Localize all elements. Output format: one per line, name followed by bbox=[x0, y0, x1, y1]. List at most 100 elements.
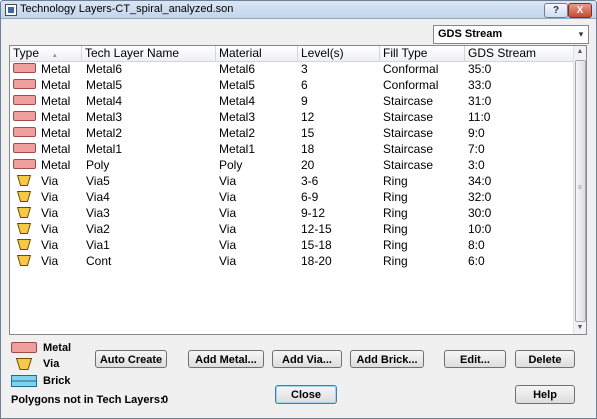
stream-type-dropdown[interactable]: GDS Stream ▾ bbox=[433, 25, 589, 44]
cell-name: Poly bbox=[86, 158, 110, 172]
cell-fill: Ring bbox=[383, 174, 408, 188]
scroll-down-icon[interactable]: ▼ bbox=[574, 322, 586, 334]
cell-gds: 9:0 bbox=[468, 126, 485, 140]
table-row[interactable]: Metal Metal5 Metal5 6 Conformal 33:0 bbox=[10, 77, 573, 93]
cell-levels: 9 bbox=[301, 94, 308, 108]
cell-gds: 31:0 bbox=[468, 94, 492, 108]
column-header-material[interactable]: Material bbox=[216, 46, 298, 61]
table-row[interactable]: Metal Poly Poly 20 Staircase 3:0 bbox=[10, 157, 573, 173]
cell-fill: Ring bbox=[383, 206, 408, 220]
cell-levels: 15-18 bbox=[301, 238, 332, 252]
cell-fill: Staircase bbox=[383, 158, 434, 172]
cell-type: Metal bbox=[41, 158, 71, 172]
add-metal-button[interactable]: Add Metal... bbox=[188, 350, 264, 368]
metal-swatch-icon bbox=[13, 143, 36, 153]
chevron-down-icon[interactable]: ▾ bbox=[574, 26, 588, 43]
grip-icon: ≡ bbox=[578, 185, 582, 191]
column-header-fill-type[interactable]: Fill Type bbox=[380, 46, 465, 61]
cell-material: Via bbox=[219, 238, 237, 252]
cell-gds: 35:0 bbox=[468, 62, 492, 76]
metal-swatch-icon bbox=[13, 63, 36, 73]
cell-name: Metal5 bbox=[86, 78, 123, 92]
cell-gds: 8:0 bbox=[468, 238, 485, 252]
cell-name: Via3 bbox=[86, 206, 110, 220]
table-row[interactable]: Metal Metal3 Metal3 12 Staircase 11:0 bbox=[10, 109, 573, 125]
cell-levels: 6-9 bbox=[301, 190, 319, 204]
polygons-not-in-tech-layers-label: Polygons not in Tech Layers: bbox=[11, 394, 164, 406]
cell-material: Metal1 bbox=[219, 142, 256, 156]
edit-button[interactable]: Edit... bbox=[444, 350, 506, 368]
cell-type: Via bbox=[41, 238, 59, 252]
cell-levels: 20 bbox=[301, 158, 315, 172]
cell-gds: 30:0 bbox=[468, 206, 492, 220]
cell-type: Metal bbox=[41, 78, 71, 92]
cell-fill: Staircase bbox=[383, 110, 434, 124]
table-row[interactable]: Metal Metal2 Metal2 15 Staircase 9:0 bbox=[10, 125, 573, 141]
cell-type: Metal bbox=[41, 110, 71, 124]
cell-material: Metal2 bbox=[219, 126, 256, 140]
cell-type: Via bbox=[41, 206, 59, 220]
cell-material: Via bbox=[219, 206, 237, 220]
cell-material: Via bbox=[219, 190, 237, 204]
legend-label-via: Via bbox=[43, 358, 60, 370]
cell-fill: Staircase bbox=[383, 142, 434, 156]
cell-levels: 12 bbox=[301, 110, 315, 124]
cell-gds: 6:0 bbox=[468, 254, 485, 268]
table-row[interactable]: Via Via3 Via 9-12 Ring 30:0 bbox=[10, 205, 573, 221]
title-help-button[interactable]: ? bbox=[544, 3, 568, 18]
brick-swatch-icon bbox=[11, 375, 37, 387]
cell-levels: 3-6 bbox=[301, 174, 319, 188]
cell-levels: 15 bbox=[301, 126, 315, 140]
add-via-button[interactable]: Add Via... bbox=[272, 350, 342, 368]
cell-material: Via bbox=[219, 174, 237, 188]
scroll-up-icon[interactable]: ▲ bbox=[574, 46, 586, 58]
app-icon bbox=[5, 4, 17, 16]
metal-swatch-icon bbox=[13, 127, 36, 137]
table-row[interactable]: Via Via2 Via 12-15 Ring 10:0 bbox=[10, 221, 573, 237]
via-swatch-icon bbox=[17, 175, 31, 186]
cell-gds: 7:0 bbox=[468, 142, 485, 156]
table-row[interactable]: Metal Metal4 Metal4 9 Staircase 31:0 bbox=[10, 93, 573, 109]
table-row[interactable]: Metal Metal1 Metal1 18 Staircase 7:0 bbox=[10, 141, 573, 157]
cell-type: Metal bbox=[41, 142, 71, 156]
cell-material: Metal5 bbox=[219, 78, 256, 92]
column-header-levels[interactable]: Level(s) bbox=[298, 46, 380, 61]
cell-levels: 6 bbox=[301, 78, 308, 92]
table-row[interactable]: Via Via4 Via 6-9 Ring 32:0 bbox=[10, 189, 573, 205]
technology-layers-dialog: Technology Layers-CT_spiral_analyzed.son… bbox=[0, 0, 597, 419]
via-swatch-icon bbox=[17, 239, 31, 250]
table-row[interactable]: Via Cont Via 18-20 Ring 6:0 bbox=[10, 253, 573, 269]
cell-name: Via2 bbox=[86, 222, 110, 236]
cell-name: Cont bbox=[86, 254, 112, 268]
table-row[interactable]: Metal Metal6 Metal6 3 Conformal 35:0 bbox=[10, 61, 573, 77]
column-header-gds-stream[interactable]: GDS Stream bbox=[465, 46, 573, 61]
metal-swatch-icon bbox=[13, 95, 36, 105]
table-header: Type ▴ Tech Layer Name Material Level(s) … bbox=[10, 46, 573, 62]
table-row[interactable]: Via Via5 Via 3-6 Ring 34:0 bbox=[10, 173, 573, 189]
scrollbar-thumb[interactable]: ≡ bbox=[575, 60, 586, 322]
cell-name: Metal4 bbox=[86, 94, 123, 108]
auto-create-button[interactable]: Auto Create bbox=[95, 350, 167, 368]
cell-gds: 34:0 bbox=[468, 174, 492, 188]
cell-gds: 32:0 bbox=[468, 190, 492, 204]
help-button[interactable]: Help bbox=[515, 385, 575, 404]
polygons-not-in-tech-layers-count: 0 bbox=[162, 394, 169, 406]
cell-type: Metal bbox=[41, 94, 71, 108]
vertical-scrollbar[interactable]: ▲ ≡ ▼ bbox=[573, 46, 586, 334]
metal-swatch-icon bbox=[11, 342, 37, 353]
delete-button[interactable]: Delete bbox=[515, 350, 575, 368]
cell-gds: 33:0 bbox=[468, 78, 492, 92]
table-row[interactable]: Via Via1 Via 15-18 Ring 8:0 bbox=[10, 237, 573, 253]
close-button[interactable]: Close bbox=[275, 385, 337, 404]
cell-material: Metal3 bbox=[219, 110, 256, 124]
add-brick-button[interactable]: Add Brick... bbox=[350, 350, 424, 368]
cell-fill: Conformal bbox=[383, 62, 439, 76]
tech-layers-table: Type ▴ Tech Layer Name Material Level(s) … bbox=[9, 45, 587, 335]
cell-levels: 18-20 bbox=[301, 254, 332, 268]
title-bar: Technology Layers-CT_spiral_analyzed.son… bbox=[1, 1, 596, 19]
column-header-tech-layer-name[interactable]: Tech Layer Name bbox=[82, 46, 216, 61]
title-close-button[interactable]: X bbox=[568, 3, 592, 18]
column-header-type[interactable]: Type ▴ bbox=[10, 46, 82, 61]
cell-material: Metal4 bbox=[219, 94, 256, 108]
cell-gds: 11:0 bbox=[468, 110, 491, 124]
